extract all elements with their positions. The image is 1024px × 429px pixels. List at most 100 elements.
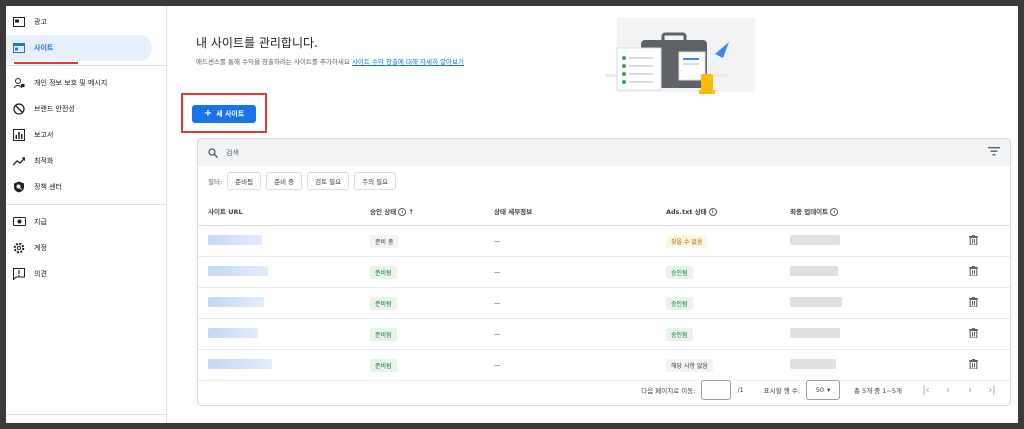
feedback-icon: [12, 267, 26, 281]
column-header-adstxt[interactable]: Ads.txt 상태 i: [665, 196, 789, 226]
sidebar-item-label: 브랜드 안전성: [34, 105, 75, 113]
table-row[interactable]: 준비됨 — 승인됨: [198, 318, 1010, 350]
privacy-icon: [12, 76, 26, 90]
sidebar-item-reports[interactable]: 보고서: [6, 122, 166, 148]
status-detail: —: [493, 256, 665, 288]
sidebar: 광고 사이트 개인 정보 보호 및 메시지 브랜드 안전성 보고서 최적화 정책…: [6, 6, 167, 423]
delete-icon[interactable]: [969, 297, 978, 309]
new-site-button[interactable]: + 새 사이트: [192, 105, 256, 123]
dropdown-arrow-icon: ▾: [827, 386, 831, 394]
sidebar-item-label: 의견: [34, 270, 47, 278]
info-icon[interactable]: i: [398, 207, 407, 216]
page-subtitle: 애드센스를 통해 수익을 창출하려는 사이트를 추가하세요 사이트 수익 창출에…: [196, 56, 464, 66]
page-title: 내 사이트를 관리합니다.: [196, 36, 318, 50]
adstxt-status-badge: 승인됨: [666, 265, 693, 279]
approval-status-badge: 준비 중: [370, 234, 399, 248]
column-header-updated[interactable]: 최종 업데이트 i: [789, 196, 968, 226]
status-detail: —: [493, 287, 665, 319]
sidebar-item-label: 개인 정보 보호 및 메시지: [34, 79, 108, 87]
site-icon: [12, 41, 26, 55]
sidebar-item-sites[interactable]: 사이트: [6, 35, 152, 61]
search-input[interactable]: 검색: [226, 148, 239, 158]
next-page-icon[interactable]: ›: [962, 385, 978, 396]
sidebar-item-brand-safety[interactable]: 브랜드 안전성: [6, 96, 166, 122]
approval-status-badge: 준비됨: [370, 358, 397, 372]
main-content: 내 사이트를 관리합니다. 애드센스를 통해 수익을 창출하려는 사이트를 추가…: [167, 6, 1018, 423]
site-url-redacted[interactable]: [208, 235, 262, 245]
delete-icon[interactable]: [969, 328, 978, 340]
delete-icon[interactable]: [969, 235, 978, 247]
sidebar-item-payments[interactable]: 지급: [6, 209, 166, 235]
approval-status-badge: 준비됨: [370, 296, 397, 310]
rows-value: 50: [815, 386, 825, 394]
sidebar-item-account[interactable]: 계정: [6, 235, 166, 261]
filter-icon[interactable]: [988, 146, 1000, 156]
search-bar[interactable]: 검색: [198, 139, 1010, 166]
sidebar-item-label: 광고: [34, 18, 47, 26]
divider: [6, 204, 166, 205]
last-page-icon[interactable]: ›|: [984, 385, 1000, 396]
approval-status-badge: 준비됨: [370, 327, 397, 341]
divider: [6, 65, 166, 66]
sites-illustration: [605, 18, 755, 94]
column-header-label: Ads.txt 상태: [666, 207, 707, 216]
block-icon: [12, 102, 26, 116]
column-header-detail: 상태 세부정보: [493, 196, 665, 226]
site-url-redacted[interactable]: [208, 328, 258, 338]
table-header-row: 사이트 URL 승인 상태 i ↑ 상태 세부정보 Ads.txt 상태 i 최종 …: [198, 196, 1010, 226]
policy-icon: [12, 180, 26, 194]
report-icon: [12, 128, 26, 142]
table-row[interactable]: 준비 중 — 찾을 수 없음: [198, 225, 1010, 257]
search-icon: [208, 147, 218, 158]
sidebar-item-label: 지급: [34, 218, 47, 226]
new-site-highlight: + 새 사이트: [181, 93, 267, 133]
table-row[interactable]: 준비됨 — 승인됨: [198, 256, 1010, 288]
page-number-input[interactable]: [701, 380, 732, 400]
filter-chip-ready[interactable]: 준비됨: [227, 172, 262, 190]
sidebar-item-ads[interactable]: 광고: [6, 9, 166, 35]
goto-label: 다음 페이지로 이동:: [641, 387, 696, 395]
site-url-redacted[interactable]: [208, 266, 268, 276]
filter-chip-preparing[interactable]: 준비 중: [266, 172, 303, 190]
app-frame: 광고 사이트 개인 정보 보호 및 메시지 브랜드 안전성 보고서 최적화 정책…: [6, 6, 1018, 423]
delete-icon[interactable]: [969, 266, 978, 278]
sidebar-item-label: 보고서: [34, 131, 54, 139]
page-total: /1: [737, 386, 744, 394]
sidebar-item-label: 최적화: [34, 157, 54, 165]
adstxt-status-badge: 해당 사항 없음: [666, 358, 713, 372]
filter-chips: 필터: 준비됨 준비 중 검토 필요 주의 필요: [198, 166, 1010, 196]
column-header-label: 최종 업데이트: [790, 207, 829, 216]
sort-arrow-icon: ↑: [408, 207, 414, 216]
highlight-underline: [14, 62, 78, 64]
filter-chip-needs-attention[interactable]: 주의 필요: [354, 172, 397, 190]
sidebar-item-privacy[interactable]: 개인 정보 보호 및 메시지: [6, 70, 166, 96]
info-icon[interactable]: i: [830, 207, 839, 216]
sidebar-item-label: 사이트: [34, 44, 54, 52]
last-updated-redacted: [790, 359, 836, 369]
sidebar-item-label: 계정: [34, 244, 47, 252]
prev-page-icon[interactable]: ‹: [940, 385, 956, 396]
trend-icon: [12, 154, 26, 168]
learn-more-link[interactable]: 사이트 수익 창출에 대해 자세히 알아보기: [352, 58, 464, 66]
subtitle-text: 애드센스를 통해 수익을 창출하려는 사이트를 추가하세요: [196, 58, 350, 66]
filter-chip-needs-review[interactable]: 검토 필요: [307, 172, 350, 190]
sidebar-item-policy-center[interactable]: 정책 센터: [6, 174, 166, 200]
site-url-redacted[interactable]: [208, 297, 264, 307]
column-header-approval[interactable]: 승인 상태 i ↑: [369, 196, 493, 226]
info-icon[interactable]: i: [708, 207, 717, 216]
delete-icon[interactable]: [969, 359, 978, 371]
new-site-label: 새 사이트: [216, 110, 245, 118]
table-row[interactable]: 준비됨 — 승인됨: [198, 287, 1010, 319]
site-url-redacted[interactable]: [208, 359, 272, 369]
rows-per-page-select[interactable]: 50 ▾: [806, 380, 841, 400]
last-updated-redacted: [790, 328, 840, 338]
payment-icon: [12, 215, 26, 229]
gear-icon: [12, 241, 26, 255]
sidebar-item-feedback[interactable]: 의견: [6, 261, 166, 287]
sidebar-item-optimization[interactable]: 최적화: [6, 148, 166, 174]
last-updated-redacted: [790, 235, 840, 245]
first-page-icon[interactable]: |‹: [918, 385, 934, 396]
status-detail: —: [493, 225, 665, 257]
ad-icon: [12, 15, 26, 29]
column-header-url[interactable]: 사이트 URL: [198, 196, 369, 226]
